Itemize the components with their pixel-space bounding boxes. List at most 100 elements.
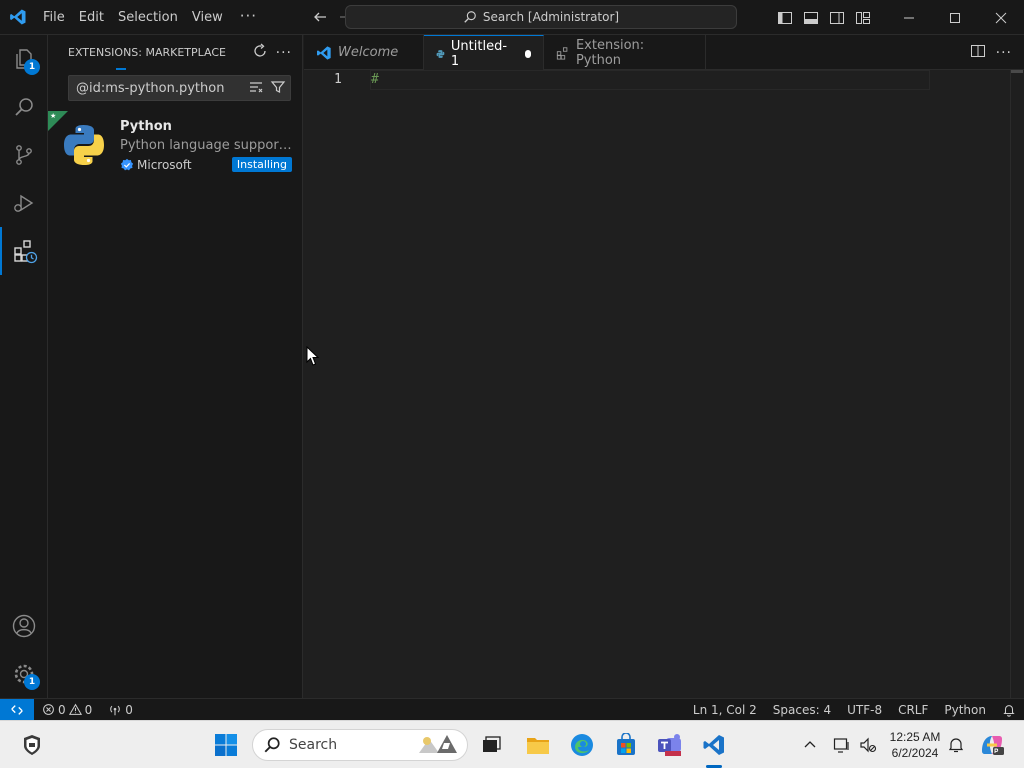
system-clock[interactable]: 12:25 AM 6/2/2024 <box>884 729 946 761</box>
python-file-icon <box>436 49 445 58</box>
verified-publisher-icon <box>120 158 134 171</box>
teams-icon[interactable] <box>654 729 686 761</box>
extension-publisher: Microsoft <box>120 158 192 172</box>
refresh-icon[interactable] <box>252 43 268 62</box>
sidebar-header: EXTENSIONS: MARKETPLACE ··· <box>48 35 302 70</box>
tab-welcome[interactable]: Welcome <box>304 35 424 70</box>
star-icon: ★ <box>50 112 57 120</box>
error-count: 0 <box>58 702 66 717</box>
warning-icon <box>68 703 82 715</box>
vscode-taskbar-icon[interactable] <box>698 729 730 761</box>
tab-untitled-label: Untitled-1 <box>450 38 508 69</box>
menu-selection[interactable]: Selection <box>111 0 185 35</box>
run-debug-icon[interactable] <box>0 179 48 227</box>
indentation-setting[interactable]: Spaces: 4 <box>765 699 839 721</box>
microsoft-store-icon[interactable] <box>610 729 642 761</box>
settings-badge: 1 <box>24 674 40 690</box>
cursor-position[interactable]: Ln 1, Col 2 <box>685 699 765 721</box>
search-highlight-icon <box>417 731 461 759</box>
extensions-search-input[interactable]: @id:ms-python.python <box>68 75 291 101</box>
extension-tab-icon <box>556 46 568 60</box>
language-mode[interactable]: Python <box>936 699 994 721</box>
ports-indicator[interactable]: 0 <box>100 699 141 721</box>
installing-status-badge: Installing <box>231 157 292 172</box>
vscode-logo-icon <box>0 0 36 35</box>
notification-bell-icon[interactable] <box>940 729 972 761</box>
scrollbar-cursor-marker <box>1011 70 1023 73</box>
editor-tab-bar: Welcome Untitled-1 Extension: Python ··· <box>304 35 1024 71</box>
tab-untitled-1[interactable]: Untitled-1 <box>424 35 544 71</box>
end-of-line[interactable]: CRLF <box>890 699 936 721</box>
code-editor[interactable]: 1 # <box>304 70 1024 698</box>
search-icon <box>464 11 476 23</box>
tab-welcome-label: Welcome <box>338 45 399 60</box>
clock-date: 6/2/2024 <box>891 746 939 760</box>
error-icon <box>43 704 54 715</box>
explorer-icon[interactable]: 1 <box>0 35 48 83</box>
accounts-icon[interactable] <box>0 602 48 650</box>
extensions-icon[interactable] <box>0 227 48 275</box>
clock-time: 12:25 AM <box>889 730 941 744</box>
search-icon[interactable] <box>0 83 48 131</box>
problems-indicator[interactable]: 0 0 <box>34 699 100 721</box>
menu-file[interactable]: File <box>36 0 72 35</box>
toggle-secondary-sidebar-icon[interactable] <box>824 0 850 35</box>
vscode-tab-icon <box>317 45 331 60</box>
search-input-value: @id:ms-python.python <box>76 80 225 96</box>
taskbar-search-label: Search <box>289 737 338 753</box>
current-line-highlight <box>370 70 930 90</box>
loading-progress-bar <box>116 68 126 70</box>
unsaved-dot-icon[interactable] <box>525 49 531 58</box>
code-line[interactable]: # <box>371 72 379 87</box>
remote-indicator-icon[interactable] <box>0 698 34 721</box>
taskbar-search-box[interactable]: Search <box>252 729 468 761</box>
menu-edit[interactable]: Edit <box>72 0 111 35</box>
tab-extension-python[interactable]: Extension: Python <box>544 35 706 70</box>
gear-icon[interactable]: 1 <box>0 650 48 698</box>
close-icon[interactable] <box>978 0 1024 35</box>
extension-description: Python language support wi... <box>120 138 295 153</box>
windows-taskbar: Search 12:25 AM 6/2/2024 <box>0 720 1024 768</box>
show-hidden-icons-icon[interactable] <box>794 729 826 761</box>
menu-view[interactable]: View <box>185 0 230 35</box>
copilot-icon[interactable] <box>976 729 1008 761</box>
editor-scrollbar[interactable] <box>1010 70 1024 698</box>
extension-list-item[interactable]: ★ Python Python language support wi... M… <box>48 111 303 183</box>
status-bar: 0 0 0 Ln 1, Col 2 Spaces: 4 UTF-8 CRLF P… <box>0 698 1024 721</box>
windows-start-icon[interactable] <box>210 729 242 761</box>
split-editor-icon[interactable] <box>970 43 986 63</box>
explorer-badge: 1 <box>24 59 40 75</box>
ports-count: 0 <box>125 702 133 717</box>
activity-bar: 1 1 <box>0 35 48 698</box>
extension-name: Python <box>120 119 172 134</box>
tab-extension-label: Extension: Python <box>575 37 645 68</box>
nhl-app-icon[interactable] <box>16 729 48 761</box>
file-encoding[interactable]: UTF-8 <box>839 699 890 721</box>
task-view-icon[interactable] <box>475 729 507 761</box>
edge-browser-icon[interactable] <box>566 729 598 761</box>
command-center-search[interactable]: Search [Administrator] <box>345 5 737 29</box>
python-logo-icon <box>64 125 104 165</box>
back-arrow-icon[interactable] <box>307 0 333 35</box>
antenna-icon <box>110 705 121 715</box>
command-center-label: Search [Administrator] <box>482 10 620 24</box>
filter-icon[interactable] <box>270 79 286 99</box>
maximize-icon[interactable] <box>932 0 978 35</box>
source-control-icon[interactable] <box>0 131 48 179</box>
editor-more-actions-icon[interactable]: ··· <box>996 45 1012 61</box>
mouse-pointer-icon <box>306 345 320 371</box>
more-actions-icon[interactable]: ··· <box>276 45 292 61</box>
toggle-primary-sidebar-icon[interactable] <box>772 0 798 35</box>
volume-muted-icon[interactable] <box>852 729 884 761</box>
menu-more-button[interactable]: ··· <box>230 0 267 35</box>
toggle-panel-icon[interactable] <box>798 0 824 35</box>
title-bar: File Edit Selection View ··· Search [Adm… <box>0 0 1024 35</box>
minimize-icon[interactable] <box>886 0 932 35</box>
clear-search-icon[interactable] <box>248 79 264 99</box>
search-icon <box>264 737 280 753</box>
publisher-name: Microsoft <box>137 158 192 172</box>
customize-layout-icon[interactable] <box>850 0 876 35</box>
extensions-sidebar: EXTENSIONS: MARKETPLACE ··· @id:ms-pytho… <box>48 35 303 698</box>
bell-icon[interactable] <box>994 699 1024 721</box>
file-explorer-icon[interactable] <box>522 729 554 761</box>
